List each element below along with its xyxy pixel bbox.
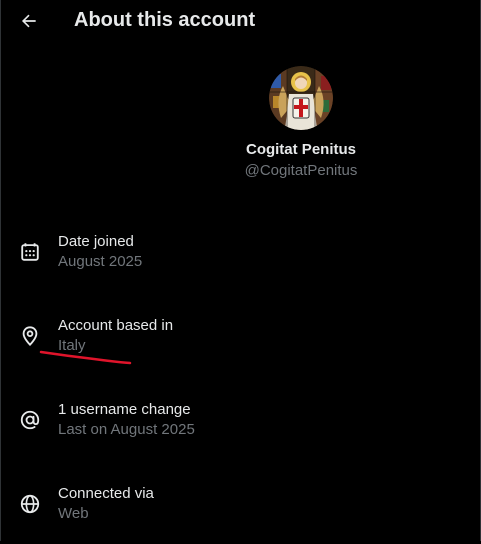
detail-value: Last on August 2025 <box>58 421 195 438</box>
display-name: Cogitat Penitus <box>245 141 356 158</box>
detail-label: Account based in <box>58 317 174 334</box>
angel-stained-glass-avatar <box>269 66 333 130</box>
header-bar: About this account <box>0 0 481 42</box>
profile-summary: Cogitat Penitus @CogitatPenitus <box>200 66 402 181</box>
red-underline-annotation <box>39 350 132 365</box>
detail-value: August 2025 <box>58 253 143 270</box>
globe-icon <box>20 494 40 514</box>
detail-label: Date joined <box>58 233 134 250</box>
avatar[interactable] <box>269 66 333 130</box>
detail-username-change: 1 username change Last on August 2025 <box>0 400 480 460</box>
detail-label: Connected via <box>58 485 154 502</box>
detail-value: Web <box>58 505 89 522</box>
at-sign-icon <box>20 410 40 430</box>
calendar-icon <box>21 243 39 261</box>
page-title: About this account <box>74 9 256 31</box>
detail-label: 1 username change <box>58 401 191 418</box>
back-button[interactable] <box>12 4 46 38</box>
detail-connected-via: Connected via Web <box>0 484 480 544</box>
detail-date-joined: Date joined August 2025 <box>0 232 480 292</box>
arrow-left-icon <box>21 14 36 28</box>
username-handle: @CogitatPenitus <box>244 162 358 179</box>
